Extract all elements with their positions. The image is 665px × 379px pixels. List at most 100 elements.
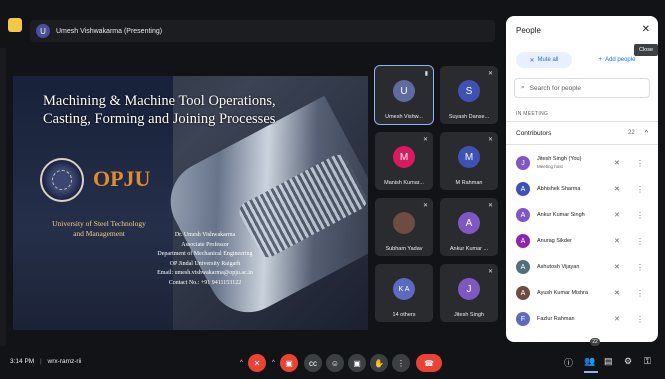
list-item[interactable]: J Jitesh Singh (You) Meeting host ✕ ⋮ [506,150,658,176]
group-label: Contributors [516,129,552,137]
participant-tile[interactable]: ✕ S Suyash Danse... [440,66,498,124]
list-item[interactable]: A Abhishek Sharma ✕ ⋮ [506,176,658,202]
avatar: M [458,146,480,168]
left-rail [0,48,6,348]
person-name: Ashutosh Vijayan [537,263,580,270]
more-icon[interactable]: ⋮ [636,289,644,298]
avatar: M [393,146,415,168]
clock: 3:14 PM [10,358,35,365]
people-panel: People ✕ ✕ Mute all + Add people ⌕ Searc… [506,16,658,342]
mic-off-icon[interactable]: ✕ [248,354,266,372]
avatar: U [393,80,415,102]
participant-tile[interactable]: ✕ M Manish Kumar... [375,132,433,190]
contact-line: Contact No.: +91 9411153122 [168,279,242,286]
more-icon[interactable]: ⋮ [392,354,410,372]
person-name: Ankur Kumar Singh [537,211,585,218]
close-icon[interactable]: ✕ [642,24,650,35]
host-controls-icon[interactable]: ⚿ [644,356,651,367]
mic-off-icon[interactable]: ✕ [614,237,620,245]
person-name: Anurag Sikder [537,237,572,244]
separator: | [40,358,42,365]
mic-off-icon: ✕ [422,137,428,143]
presenter-avatar: U [36,24,50,38]
participant-name: Jitesh Singh [454,312,484,318]
add-person-icon: + [598,57,603,63]
present-icon[interactable]: ▣ [348,354,366,372]
more-icon[interactable]: ⋮ [636,315,644,324]
mic-off-icon: ✕ [487,203,493,209]
slide-title-line1: Machining & Machine Tool Operations, [43,93,276,109]
more-icon[interactable]: ⋮ [636,159,644,168]
group-count: 22 [628,130,635,136]
raise-hand-icon[interactable]: ✋ [370,354,388,372]
meeting-info: 3:14 PM | wrx-ramz-rii [10,358,81,365]
list-item[interactable]: A Ashutosh Vijayan ✕ ⋮ [506,254,658,280]
people-icon[interactable]: 👥 [584,356,595,367]
avatar: J [516,156,530,170]
person-role: Meeting host [537,164,563,169]
avatar: A [516,260,530,274]
mic-off-icon[interactable]: ✕ [614,315,620,323]
end-call-icon[interactable]: ☎ [416,354,442,372]
slide-contact: Dr. Umesh Vishwakarma Associate Professo… [125,231,285,288]
avatar-photo [393,212,415,234]
others-tile[interactable]: K A 14 others [375,264,433,322]
chevron-up-icon[interactable]: ^ [240,360,243,366]
opju-logo: OPJU [93,166,151,191]
people-list: J Jitesh Singh (You) Meeting host ✕ ⋮ A A… [506,150,658,332]
participant-name: Manish Kumar... [384,180,424,186]
active-indicator [584,371,598,373]
slide-title-line2: Casting, Forming and Joining Processes [43,111,276,127]
activities-icon[interactable]: ⚙ [624,356,632,367]
more-icon[interactable]: ⋮ [636,185,644,194]
avatar: A [458,212,480,234]
more-icon[interactable]: ⋮ [636,237,644,246]
participant-name: Subham Yadav [385,246,423,252]
chevron-up-icon[interactable]: ^ [272,360,275,366]
presenter-label: Umesh Vishwakarma (Presenting) [56,27,163,35]
mic-off-icon[interactable]: ✕ [614,263,620,271]
contact-line: Associate Professor [181,241,229,248]
mic-off-icon[interactable]: ✕ [614,185,620,193]
list-item[interactable]: A Anurag Sikder ✕ ⋮ [506,228,658,254]
participant-tile[interactable]: ✕ M M Rahman [440,132,498,190]
participant-tile[interactable]: ✕ J Jitesh Singh [440,264,498,322]
participant-tile[interactable]: ▮ U Umesh Vishw... [374,65,434,125]
search-people-field[interactable]: ⌕ Search for people [514,78,650,98]
camera-off-icon[interactable]: ▣ [280,354,298,372]
avatar: S [458,80,480,102]
captions-icon[interactable]: cc [304,354,322,372]
mic-off-icon: ✕ [529,57,535,64]
avatar: A [516,182,530,196]
avatar-group: K A [393,278,415,300]
participant-tiles: ▮ U Umesh Vishw... ✕ S Suyash Danse... ✕… [374,65,503,324]
person-name: Jitesh Singh (You) Meeting host [537,156,609,170]
mic-off-icon[interactable]: ✕ [614,211,620,219]
mic-off-icon[interactable]: ✕ [614,289,620,297]
more-icon[interactable]: ⋮ [636,211,644,220]
participant-tile[interactable]: ✕ A Ankur Kumar ... [440,198,498,256]
university-line1: University of Steel Technology [52,219,146,228]
contributors-group[interactable]: Contributors 22 ^ [506,121,658,145]
app-menu-icon[interactable] [8,18,22,32]
mic-off-icon[interactable]: ✕ [614,159,620,167]
meeting-code: wrx-ramz-rii [47,358,82,365]
presenting-bar: U Umesh Vishwakarma (Presenting) [30,20,495,42]
more-icon[interactable]: ⋮ [636,263,644,272]
list-item[interactable]: A Ankur Kumar Singh ✕ ⋮ [506,202,658,228]
meet-window: U Umesh Vishwakarma (Presenting) Machini… [0,0,665,379]
slide-title: Machining & Machine Tool Operations, Cas… [43,92,343,128]
person-name: Fazlur Rahman [537,315,575,322]
participant-tile[interactable]: ✕ Subham Yadav [375,198,433,256]
avatar: F [516,312,530,326]
chat-icon[interactable]: ▤ [604,356,613,367]
list-item[interactable]: F Fazlur Rahman ✕ ⋮ [506,306,658,332]
university-seal [40,158,84,202]
participant-name: Umesh Vishw... [385,114,423,120]
emoji-icon[interactable]: ☺ [326,354,344,372]
list-item[interactable]: A Ayush Kumar Mishra ✕ ⋮ [506,280,658,306]
mute-all-button[interactable]: ✕ Mute all [516,52,572,68]
info-icon[interactable]: ⓘ [564,356,573,369]
mic-off-icon: ✕ [487,71,493,77]
avatar: A [516,234,530,248]
